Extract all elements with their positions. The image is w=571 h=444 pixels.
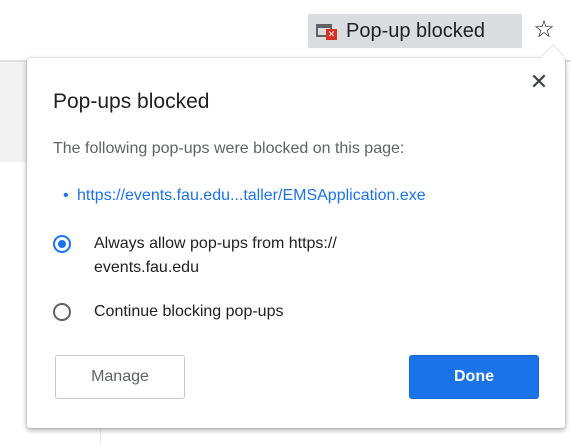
bubble-description: The following pop-ups were blocked on th…	[53, 140, 405, 157]
bubble-title: Pop-ups blocked	[53, 90, 210, 113]
done-button[interactable]: Done	[409, 355, 539, 399]
manage-button[interactable]: Manage	[55, 355, 185, 399]
popup-blocked-bubble: ✕ Pop-ups blocked The following pop-ups …	[27, 45, 565, 428]
popup-blocked-label: Pop-up blocked	[346, 19, 485, 42]
close-icon[interactable]: ✕	[527, 70, 551, 94]
option-always-allow[interactable]: Always allow pop-ups from https:// event…	[53, 232, 394, 280]
blocked-popup-url: https://events.fau.edu...taller/EMSAppli…	[77, 187, 426, 204]
list-bullet: •	[63, 187, 69, 204]
option-always-allow-label: Always allow pop-ups from https:// event…	[94, 235, 337, 276]
option-continue-blocking[interactable]: Continue blocking pop-ups	[53, 300, 394, 324]
option-continue-blocking-label: Continue blocking pop-ups	[94, 303, 284, 320]
radio-continue-blocking[interactable]	[53, 303, 71, 321]
popup-blocked-icon: ✕	[316, 22, 338, 40]
radio-always-allow[interactable]	[53, 235, 71, 253]
popup-blocked-chip[interactable]: ✕ Pop-up blocked	[308, 14, 522, 48]
star-icon[interactable]: ☆	[530, 16, 558, 44]
blocked-popup-link[interactable]: • https://events.fau.edu...taller/EMSApp…	[63, 187, 426, 205]
